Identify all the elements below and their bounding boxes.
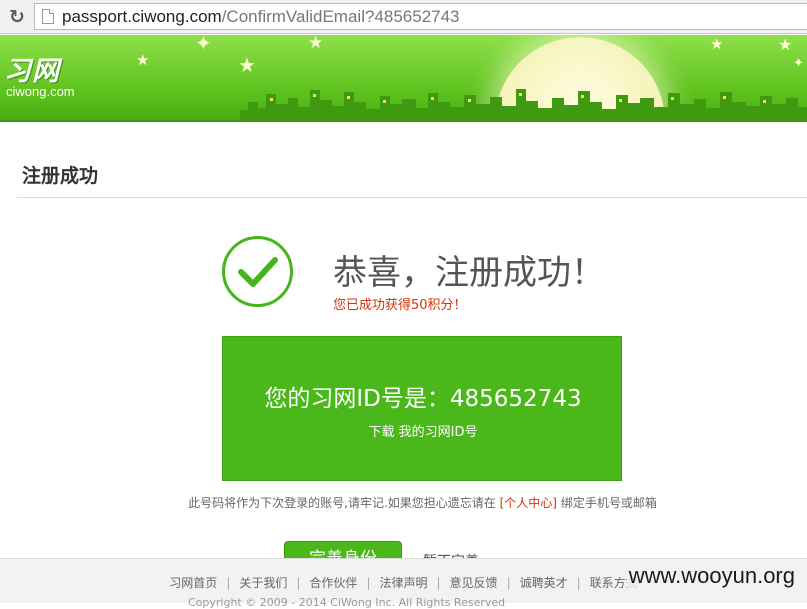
footer-separator: | [436,576,441,590]
url-path: /ConfirmValidEmail?485652743 [221,7,460,26]
page-icon [42,9,54,24]
reload-icon[interactable]: ↻ [6,6,28,28]
download-id-link[interactable]: 下载 我的习网ID号 [223,421,623,440]
ciwong-logo[interactable]: 习网 ciwong.com [4,49,75,99]
page-title: 注册成功 [22,165,99,187]
site-banner: ✦ ★ ★ ★ ★ ★ ✦ 习网 ciwong.com [0,35,807,122]
star-icon: ★ [778,35,793,54]
city-skyline [240,89,807,120]
star-icon: ★ [136,51,150,69]
notice-text-suffix: 绑定手机号或邮箱 [560,496,657,510]
url-text[interactable]: passport.ciwong.com/ConfirmValidEmail?48… [62,7,460,27]
star-icon: ★ [710,35,724,53]
user-id-panel: 您的习网ID号是：485652743 下载 我的习网ID号 [222,336,622,481]
star-icon: ✦ [195,35,212,55]
logo-text: 习网 [4,56,60,87]
success-check-icon [222,236,293,307]
personal-center-link[interactable]: [个人中心] [500,496,557,510]
footer-link-feedback[interactable]: 意见反馈 [450,576,498,590]
footer-separator: | [366,576,371,590]
star-icon: ✦ [793,56,804,71]
footer-separator: | [576,576,581,590]
success-headline: 恭喜，注册成功！ [333,253,605,293]
address-bar[interactable]: passport.ciwong.com/ConfirmValidEmail?48… [34,3,807,30]
footer-link-jobs[interactable]: 诚聘英才 [520,576,568,590]
watermark-text: www.wooyun.org [626,563,797,589]
browser-toolbar: ↻ passport.ciwong.com/ConfirmValidEmail?… [0,0,807,34]
title-divider [17,197,807,198]
user-id-text: 您的习网ID号是：485652743 [264,386,582,412]
notice-text-prefix: 此号码将作为下次登录的账号,请牢记.如果您担心遗忘请在 [188,496,496,510]
points-message: 您已成功获得50积分！ [333,298,467,313]
star-icon: ★ [308,35,324,53]
footer-separator: | [506,576,511,590]
logo-subtext: ciwong.com [6,84,75,99]
footer-separator: | [226,576,231,590]
footer-link-partners[interactable]: 合作伙伴 [309,576,357,590]
footer-link-about[interactable]: 关于我们 [239,576,287,590]
footer-link-legal[interactable]: 法律声明 [379,576,427,590]
footer-link-home[interactable]: 习网首页 [169,576,217,590]
star-icon: ★ [238,53,256,77]
footer-separator: | [296,576,301,590]
url-domain: passport.ciwong.com [62,7,222,26]
account-notice: 此号码将作为下次登录的账号,请牢记.如果您担心遗忘请在 [个人中心] 绑定手机号… [0,494,807,511]
